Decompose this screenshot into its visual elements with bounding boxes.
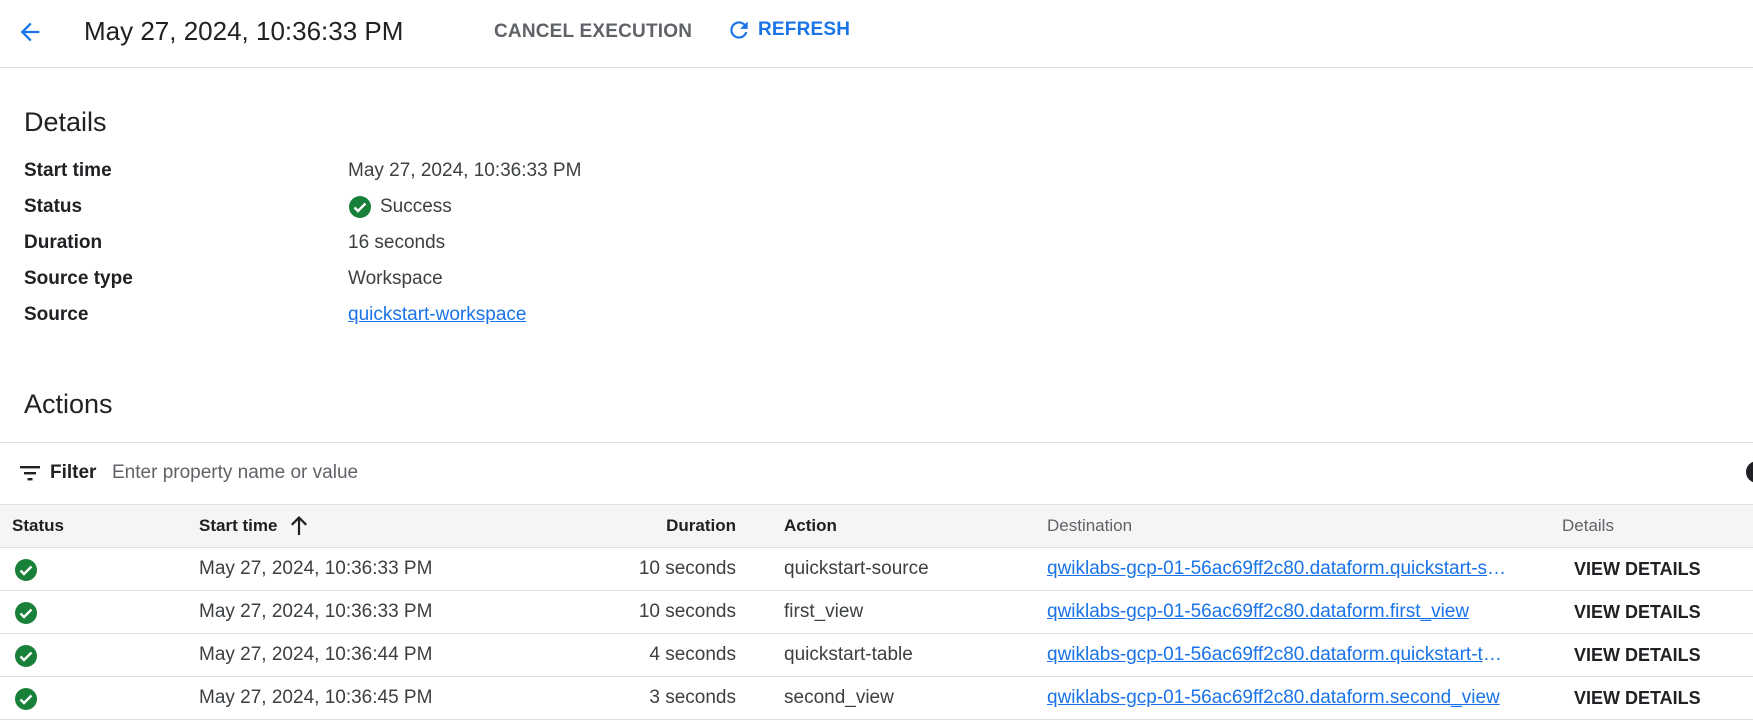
- success-status-icon: [14, 644, 38, 668]
- back-button[interactable]: [14, 16, 46, 48]
- detail-value: May 27, 2024, 10:36:33 PM: [348, 160, 582, 181]
- column-header-status[interactable]: Status: [12, 505, 64, 547]
- detail-label: Source type: [24, 268, 133, 289]
- row-action: quickstart-table: [784, 644, 913, 665]
- column-header-details: Details: [1562, 516, 1614, 535]
- source-workspace-link[interactable]: quickstart-workspace: [348, 300, 526, 330]
- table-row: May 27, 2024, 10:36:45 PM 3 seconds seco…: [0, 677, 1753, 720]
- cancel-execution-button[interactable]: CANCEL EXECUTION: [494, 19, 692, 45]
- row-destination-link[interactable]: qwiklabs-gcp-01-56ac69ff2c80.dataform.qu…: [1047, 548, 1512, 590]
- detail-value: 16 seconds: [348, 232, 446, 253]
- filter-bar: Filter: [0, 442, 1753, 504]
- filter-icon[interactable]: [20, 465, 40, 481]
- arrow-upward-icon: [291, 515, 308, 535]
- row-start-time: May 27, 2024, 10:36:45 PM: [199, 687, 433, 708]
- details-heading: Details: [24, 107, 107, 137]
- table-row: May 27, 2024, 10:36:44 PM 4 seconds quic…: [0, 634, 1753, 677]
- filter-input[interactable]: [112, 457, 1612, 489]
- row-duration: 4 seconds: [649, 644, 736, 665]
- page-title: May 27, 2024, 10:36:33 PM: [84, 16, 404, 46]
- detail-value-source: quickstart-workspace: [348, 300, 526, 330]
- status-text: Success: [380, 196, 452, 217]
- success-status-icon: [14, 687, 38, 711]
- table-header: Status Start time Duration Action Destin…: [0, 504, 1753, 548]
- success-status-icon: [14, 601, 38, 625]
- view-details-button[interactable]: VIEW DETAILS: [1574, 591, 1701, 633]
- success-status-icon: [14, 558, 38, 582]
- view-details-button[interactable]: VIEW DETAILS: [1574, 677, 1701, 719]
- column-header-start-time[interactable]: Start time: [199, 505, 309, 547]
- row-duration: 10 seconds: [638, 558, 736, 579]
- row-destination-link[interactable]: qwiklabs-gcp-01-56ac69ff2c80.dataform.qu…: [1047, 634, 1512, 676]
- row-duration: 3 seconds: [649, 687, 736, 708]
- detail-row-status: Status Success: [24, 192, 824, 222]
- refresh-label: REFRESH: [758, 19, 851, 40]
- refresh-icon: [730, 21, 748, 39]
- row-start-time: May 27, 2024, 10:36:33 PM: [199, 601, 433, 622]
- row-action: quickstart-source: [784, 558, 929, 579]
- arrow-back-icon: [20, 22, 40, 42]
- detail-label: Start time: [24, 160, 112, 181]
- table-row: May 27, 2024, 10:36:33 PM 10 seconds fir…: [0, 591, 1753, 634]
- detail-row-duration: Duration 16 seconds: [24, 228, 824, 258]
- row-destination-link[interactable]: qwiklabs-gcp-01-56ac69ff2c80.dataform.fi…: [1047, 591, 1469, 633]
- row-action: first_view: [784, 601, 864, 622]
- row-destination-link[interactable]: qwiklabs-gcp-01-56ac69ff2c80.dataform.se…: [1047, 677, 1500, 719]
- view-details-button[interactable]: VIEW DETAILS: [1574, 634, 1701, 676]
- table-row: May 27, 2024, 10:36:33 PM 10 seconds qui…: [0, 548, 1753, 591]
- detail-row-start-time: Start time May 27, 2024, 10:36:33 PM: [24, 156, 824, 186]
- row-duration: 10 seconds: [638, 601, 736, 622]
- top-bar: May 27, 2024, 10:36:33 PM CANCEL EXECUTI…: [0, 0, 1753, 68]
- row-action: second_view: [784, 687, 894, 708]
- row-start-time: May 27, 2024, 10:36:33 PM: [199, 558, 433, 579]
- actions-table: Status Start time Duration Action Destin…: [0, 504, 1753, 720]
- detail-label: Status: [24, 196, 83, 217]
- column-header-start-time-label: Start time: [199, 516, 278, 535]
- refresh-button[interactable]: REFRESH: [726, 17, 850, 43]
- detail-row-source-type: Source type Workspace: [24, 264, 824, 294]
- row-start-time: May 27, 2024, 10:36:44 PM: [199, 644, 433, 665]
- detail-label: Duration: [24, 232, 103, 253]
- check-circle-icon: [348, 195, 372, 219]
- view-details-button[interactable]: VIEW DETAILS: [1574, 548, 1701, 590]
- column-header-duration[interactable]: Duration: [666, 505, 736, 547]
- detail-value-status: Success: [348, 192, 452, 222]
- detail-value: Workspace: [348, 268, 443, 289]
- detail-label: Source: [24, 304, 89, 325]
- column-header-destination: Destination: [1047, 516, 1133, 535]
- column-header-action[interactable]: Action: [784, 505, 837, 547]
- filter-label[interactable]: Filter: [50, 459, 96, 487]
- detail-row-source: Source quickstart-workspace: [24, 300, 824, 330]
- actions-heading: Actions: [24, 389, 113, 419]
